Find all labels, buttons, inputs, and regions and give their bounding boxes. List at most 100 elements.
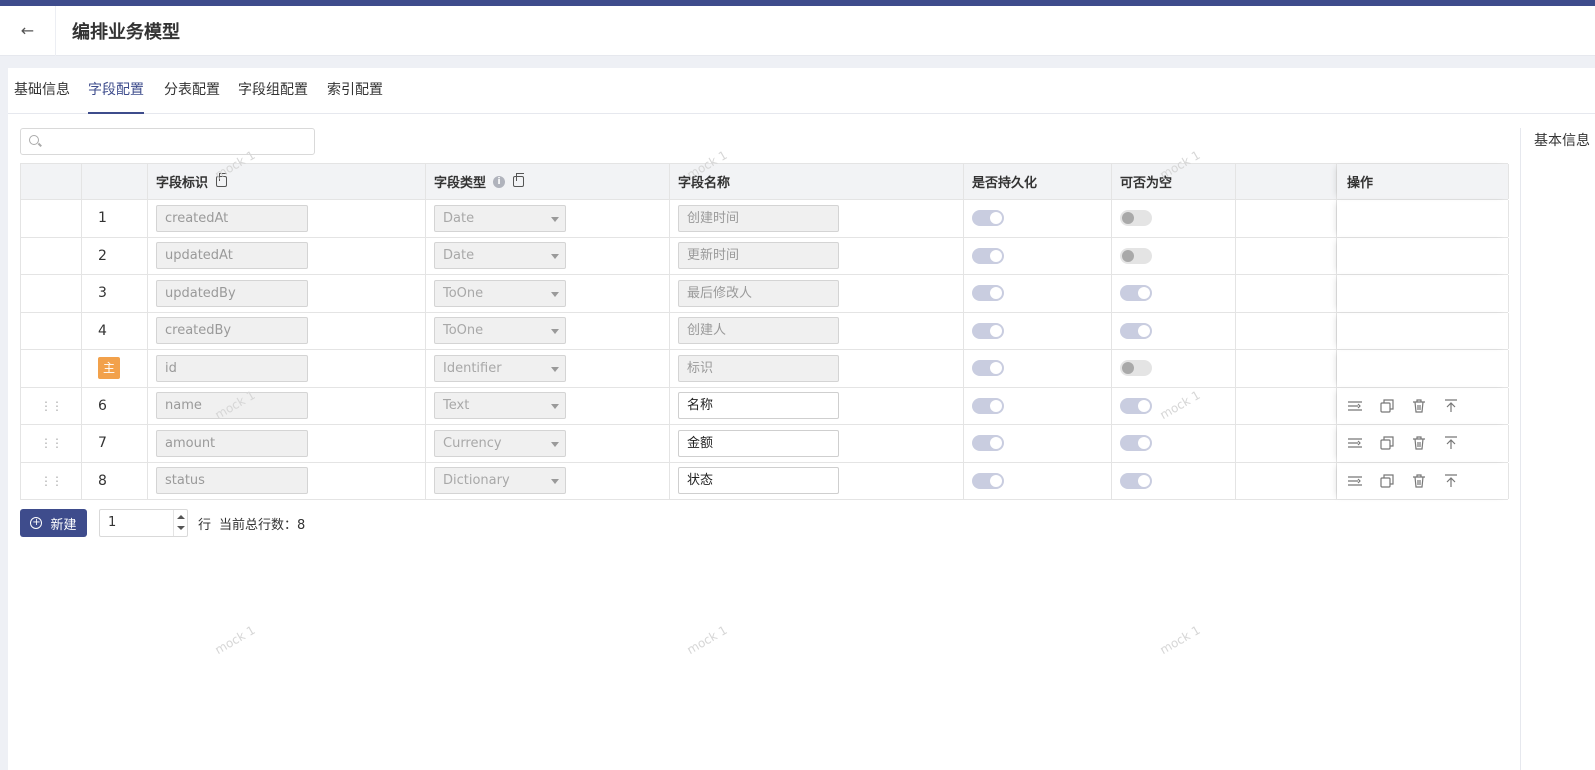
nullable-toggle[interactable] <box>1120 322 1152 339</box>
field-name-input[interactable]: 标识 <box>678 354 839 382</box>
total-rows-prefix: 当前总行数： <box>219 517 298 533</box>
indent-icon[interactable] <box>1347 435 1363 451</box>
drag-cell: ⋮⋮ <box>21 387 82 424</box>
indent-icon[interactable] <box>1347 398 1363 414</box>
field-id-input[interactable]: amount <box>156 429 308 457</box>
field-type-select[interactable]: Text <box>434 392 566 420</box>
field-name-input[interactable]: 创建人 <box>678 317 839 345</box>
field-type-select[interactable]: Date <box>434 204 566 232</box>
field-type-select[interactable]: Dictionary <box>434 467 566 495</box>
actions-cell <box>1337 312 1509 349</box>
actions-cell <box>1337 387 1509 424</box>
header-actions: 操作 <box>1337 164 1509 199</box>
stepper-arrows-icon[interactable] <box>173 510 187 536</box>
new-row-button[interactable]: + 新建 <box>20 509 87 537</box>
row-count-stepper[interactable]: 1 <box>99 509 188 537</box>
persistent-toggle[interactable] <box>972 247 1004 264</box>
drag-handle-icon[interactable]: ⋮⋮ <box>40 436 63 450</box>
nullable-toggle[interactable] <box>1120 247 1152 264</box>
move-top-icon[interactable] <box>1443 473 1459 489</box>
nullable-toggle[interactable] <box>1120 397 1152 414</box>
persistent-toggle[interactable] <box>972 322 1004 339</box>
move-top-icon[interactable] <box>1443 435 1459 451</box>
field-type-select[interactable]: ToOne <box>434 317 566 345</box>
trash-icon[interactable] <box>1411 473 1427 489</box>
move-top-icon[interactable] <box>1443 398 1459 414</box>
tab-index-config[interactable]: 索引配置 <box>327 80 383 114</box>
copy-icon[interactable] <box>1379 435 1395 451</box>
field-id-input[interactable]: updatedBy <box>156 279 308 307</box>
spacer-cell <box>1236 425 1337 462</box>
nullable-cell <box>1112 387 1236 424</box>
persistent-cell <box>964 462 1112 499</box>
header-field-id: 字段标识 <box>148 164 426 199</box>
indent-icon[interactable] <box>1347 473 1363 489</box>
copy-icon[interactable] <box>216 173 228 187</box>
field-id-cell: status <box>148 462 426 499</box>
field-name-input[interactable]: 最后修改人 <box>678 279 839 307</box>
persistent-toggle[interactable] <box>972 285 1004 302</box>
trash-icon[interactable] <box>1411 398 1427 414</box>
tab-field-config[interactable]: 字段配置 <box>88 80 144 114</box>
nullable-toggle[interactable] <box>1120 472 1152 489</box>
drag-handle-icon[interactable]: ⋮⋮ <box>40 474 63 488</box>
index-cell: 3 <box>82 275 148 312</box>
nullable-toggle[interactable] <box>1120 210 1152 227</box>
field-id-input[interactable]: updatedAt <box>156 242 308 270</box>
drag-cell <box>21 350 82 387</box>
field-id-input[interactable]: id <box>156 354 308 382</box>
field-type-select[interactable]: Identifier <box>434 354 566 382</box>
spacer-cell <box>1236 350 1337 387</box>
nullable-toggle[interactable] <box>1120 285 1152 302</box>
row-unit-label: 行 <box>198 517 212 533</box>
tab-basic-info[interactable]: 基础信息 <box>14 80 70 114</box>
persistent-toggle[interactable] <box>972 472 1004 489</box>
field-id-input[interactable]: status <box>156 467 308 495</box>
nullable-toggle[interactable] <box>1120 360 1152 377</box>
field-id-input[interactable]: createdBy <box>156 317 308 345</box>
field-name-input[interactable]: 名称 <box>678 392 839 420</box>
copy-icon[interactable] <box>513 173 525 187</box>
index-cell: 4 <box>82 312 148 349</box>
total-rows-label: 当前总行数：8 <box>219 514 305 533</box>
field-type-select[interactable]: ToOne <box>434 279 566 307</box>
header-persistent: 是否持久化 <box>964 164 1112 199</box>
tab-field-group-config[interactable]: 字段组配置 <box>238 80 308 114</box>
copy-icon[interactable] <box>1379 473 1395 489</box>
search-box[interactable] <box>20 128 315 155</box>
persistent-cell <box>964 425 1112 462</box>
right-pane-title: 基本信息 <box>1534 133 1590 149</box>
table-row: 3 updatedBy ToOne 最后修改人 <box>21 275 1509 313</box>
persistent-toggle[interactable] <box>972 210 1004 227</box>
tab-sharding-config[interactable]: 分表配置 <box>164 80 220 114</box>
field-name-input[interactable]: 创建时间 <box>678 204 839 232</box>
field-name-input[interactable]: 金额 <box>678 429 839 457</box>
field-id-cell: amount <box>148 425 426 462</box>
trash-icon[interactable] <box>1411 435 1427 451</box>
index-cell: 6 <box>82 387 148 424</box>
field-name-input[interactable]: 状态 <box>678 467 839 495</box>
info-icon[interactable]: i <box>493 175 506 188</box>
field-type-select[interactable]: Currency <box>434 429 566 457</box>
persistent-toggle[interactable] <box>972 435 1004 452</box>
header-actions-label: 操作 <box>1347 176 1374 191</box>
field-name-input[interactable]: 更新时间 <box>678 242 839 270</box>
nullable-toggle[interactable] <box>1120 435 1152 452</box>
search-input[interactable] <box>45 131 305 152</box>
table-row: 4 createdBy ToOne 创建人 <box>21 312 1509 350</box>
persistent-toggle[interactable] <box>972 360 1004 377</box>
spacer-cell <box>1236 237 1337 274</box>
watermark: mock 1 <box>1157 622 1203 658</box>
persistent-toggle[interactable] <box>972 397 1004 414</box>
copy-icon[interactable] <box>1379 398 1395 414</box>
row-count-value: 1 <box>108 515 117 530</box>
field-id-input[interactable]: name <box>156 392 308 420</box>
new-row-label: 新建 <box>50 517 77 533</box>
field-id-input[interactable]: createdAt <box>156 204 308 232</box>
field-type-select[interactable]: Date <box>434 242 566 270</box>
drag-handle-icon[interactable]: ⋮⋮ <box>40 399 63 413</box>
field-type-cell: Date <box>426 200 670 237</box>
nullable-cell <box>1112 237 1236 274</box>
back-button[interactable]: ← <box>0 5 56 56</box>
row-index: 7 <box>98 435 107 452</box>
